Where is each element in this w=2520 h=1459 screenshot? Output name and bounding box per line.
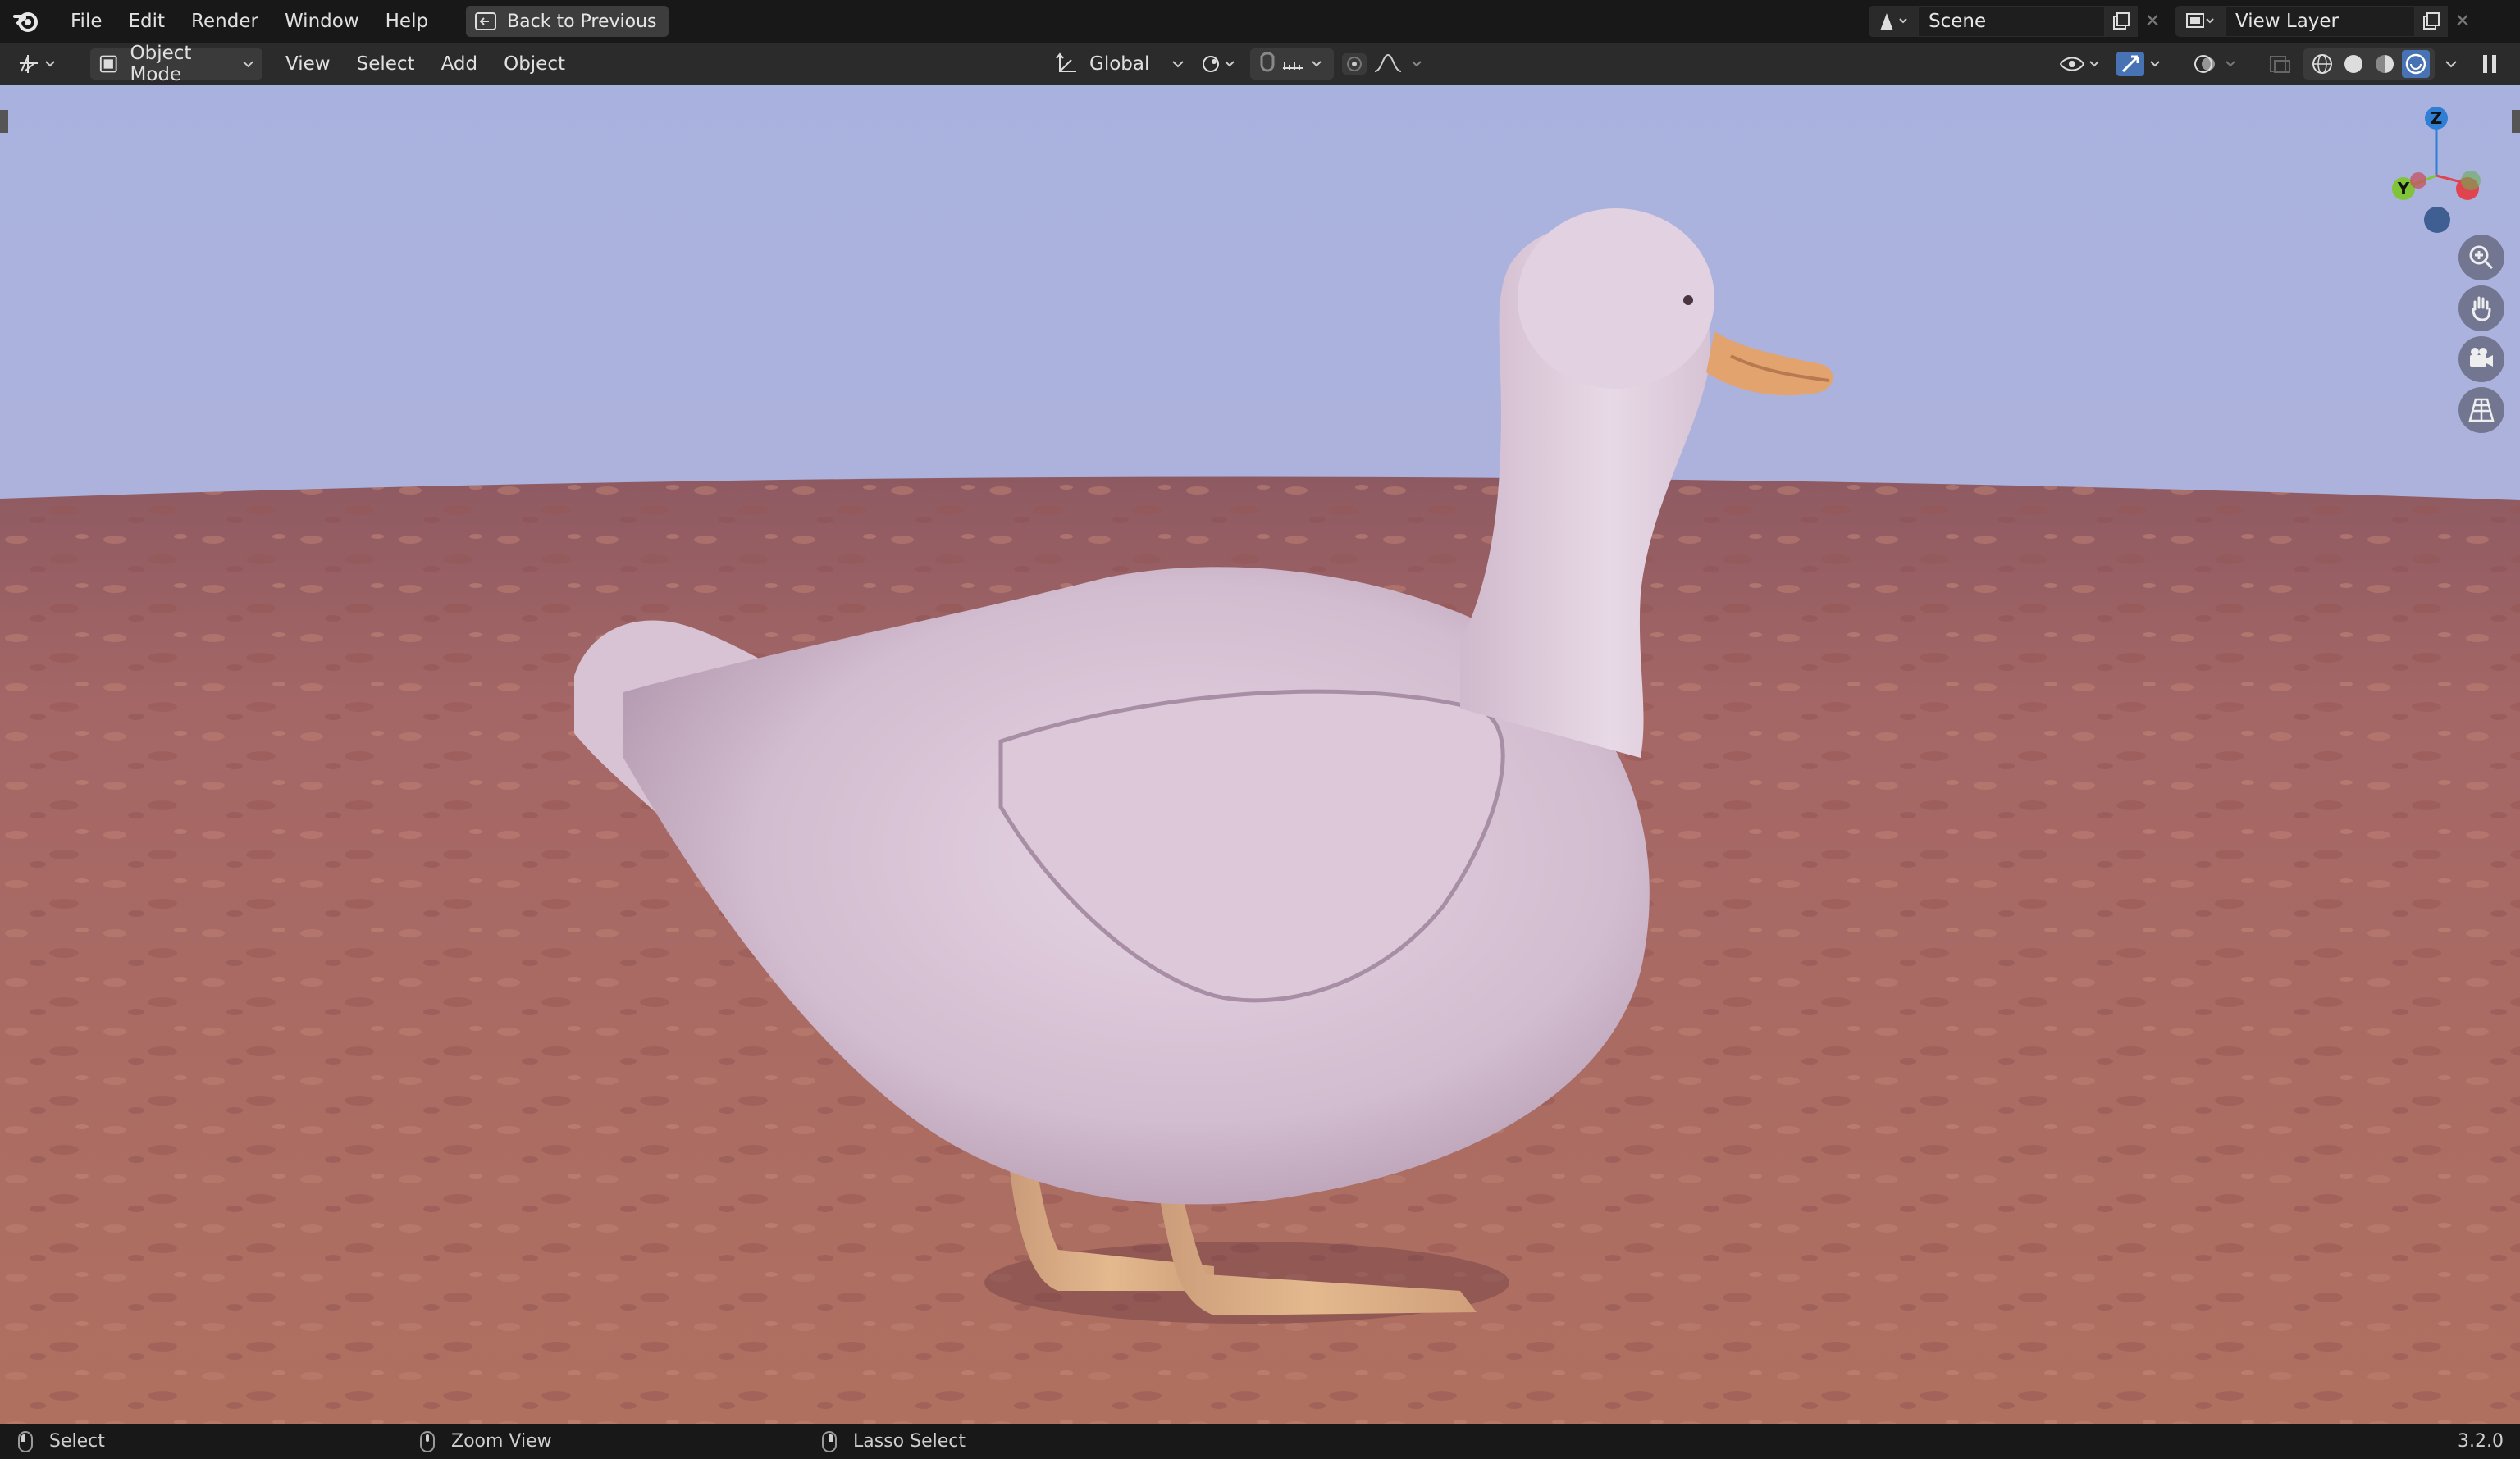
visibility-selector[interactable] [2057, 48, 2103, 80]
snap-magnet-icon [1260, 52, 1275, 72]
object-mode-icon [99, 55, 117, 73]
header-menu-select[interactable]: Select [344, 43, 428, 85]
new-scene-icon[interactable] [2105, 6, 2138, 37]
status-bar: Select Zoom View Lasso Select 3.2.0 [0, 1424, 2520, 1459]
status-select-label: Select [49, 1431, 105, 1452]
pause-icon [2483, 55, 2496, 73]
shading-mode-group[interactable] [2303, 48, 2435, 80]
view-layer-name-field[interactable]: View Layer [2225, 6, 2415, 37]
transform-orientation-label: Global [1089, 53, 1150, 75]
xray-icon [2270, 56, 2290, 73]
editor-type-icon [20, 55, 55, 73]
gizmo-icon [2116, 52, 2160, 76]
version-label: 3.2.0 [2458, 1431, 2504, 1452]
viewport-header: Object Mode View Select Add Object Globa… [0, 43, 2520, 85]
left-region-toggle[interactable] [0, 110, 8, 133]
mouse-right-icon [822, 1430, 837, 1452]
menu-window[interactable]: Window [272, 0, 372, 43]
proportional-editing-icon [1342, 53, 1422, 75]
mode-selector[interactable]: Object Mode [90, 43, 262, 85]
mode-label: Object Mode [130, 43, 192, 85]
camera-icon[interactable] [2458, 336, 2504, 382]
scene-name-field[interactable]: Scene [1918, 6, 2105, 37]
pivot-point-selector[interactable] [1199, 48, 1240, 80]
top-bar: File Edit Render Window Help Back to Pre… [0, 0, 2520, 43]
editor-type-selector[interactable] [16, 48, 67, 80]
3d-viewport[interactable]: Z Y [0, 85, 2520, 1424]
gizmo-neg-z-handle[interactable] [2424, 207, 2450, 233]
snap-toggle[interactable] [1250, 48, 1334, 80]
blender-logo-icon[interactable] [11, 7, 41, 36]
pivot-icon [1203, 56, 1235, 72]
wireframe-shading-icon[interactable] [2307, 52, 2338, 76]
zoom-icon[interactable] [2458, 235, 2504, 280]
overlays-icon [2194, 55, 2235, 73]
eye-icon [2059, 57, 2099, 71]
status-zoom-hint: Zoom View [420, 1424, 552, 1459]
header-menu-object[interactable]: Object [491, 43, 578, 85]
shading-options-dropdown[interactable] [2443, 48, 2459, 80]
view-layer-type-icon[interactable] [2175, 6, 2225, 37]
status-select-hint: Select [18, 1424, 105, 1459]
solid-shading-icon[interactable] [2338, 52, 2369, 76]
menu-help[interactable]: Help [372, 0, 441, 43]
scene-selector[interactable]: Scene ✕ View Layer ✕ [1869, 6, 2477, 37]
menu-file[interactable]: File [57, 0, 116, 43]
close-scene-icon[interactable]: ✕ [2138, 6, 2167, 37]
header-menu-add[interactable]: Add [428, 43, 491, 85]
gizmo-y-label[interactable]: Y [2397, 179, 2410, 198]
mouse-middle-icon [420, 1430, 435, 1452]
back-to-previous-button[interactable]: Back to Previous [466, 6, 669, 37]
pan-hand-icon[interactable] [2458, 285, 2504, 331]
xray-toggle[interactable] [2266, 48, 2294, 80]
menu-render[interactable]: Render [178, 0, 272, 43]
back-screen-icon [475, 12, 497, 30]
snap-increment-icon[interactable] [1280, 52, 1329, 76]
pause-render-button[interactable] [2477, 48, 2502, 80]
right-region-toggle[interactable] [2512, 110, 2520, 133]
header-menu-view[interactable]: View [272, 43, 344, 85]
proportional-editing-toggle[interactable] [1342, 48, 1432, 80]
orientation-axes-icon [1056, 52, 1076, 72]
gizmo-z-label[interactable]: Z [2431, 108, 2443, 128]
close-view-layer-icon[interactable]: ✕ [2448, 6, 2477, 37]
new-view-layer-icon[interactable] [2415, 6, 2448, 37]
material-shading-icon[interactable] [2369, 52, 2400, 76]
status-zoom-label: Zoom View [451, 1431, 552, 1452]
status-lasso-label: Lasso Select [853, 1431, 966, 1452]
menu-edit[interactable]: Edit [116, 0, 179, 43]
rendered-scene [0, 85, 2520, 1424]
status-lasso-hint: Lasso Select [822, 1424, 966, 1459]
gizmo-toggle[interactable] [2116, 48, 2166, 80]
mouse-left-icon [18, 1430, 33, 1452]
chevron-down-icon [2445, 61, 2457, 68]
navigation-gizmo[interactable]: Z Y [2379, 102, 2494, 217]
scene-type-icon[interactable] [1869, 6, 1918, 37]
overlays-toggle[interactable] [2192, 48, 2244, 80]
chevron-down-icon [243, 61, 253, 68]
rendered-shading-icon[interactable] [2400, 50, 2431, 78]
back-to-previous-label: Back to Previous [507, 11, 657, 32]
grid-perspective-icon[interactable] [2458, 387, 2504, 433]
chevron-down-icon [1172, 61, 1184, 68]
transform-orientation-selector[interactable]: Global [1053, 48, 1185, 80]
